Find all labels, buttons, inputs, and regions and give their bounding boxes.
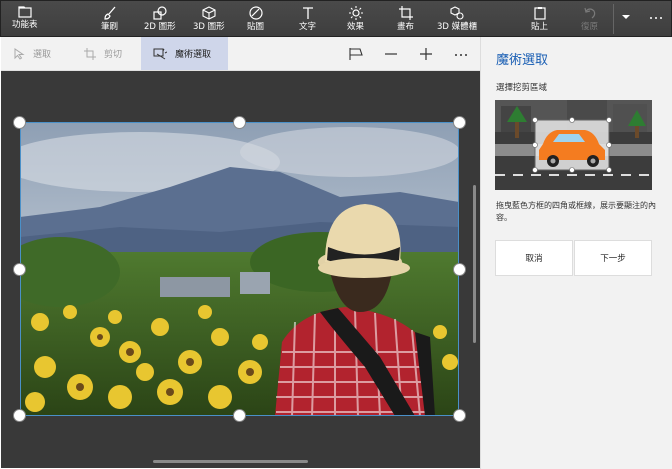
shapes-3d-button[interactable]: 3D 圖形 [193,1,225,37]
zoom-out-button[interactable] [379,37,403,70]
undo-button[interactable]: 復原 [581,1,598,37]
library-3d-label: 3D 媒體櫃 [437,22,478,32]
minus-icon [385,52,397,55]
crop-icon [84,47,96,60]
photo-image [20,122,459,416]
paste-label: 貼上 [531,22,549,32]
select-label: 選取 [33,50,52,60]
effects-label: 效果 [347,22,365,32]
effects-button[interactable]: 效果 [347,1,364,37]
select-button[interactable]: 選取 [14,37,51,70]
shapes-2d-label: 2D 圖形 [144,22,176,32]
more-icon [455,53,467,56]
resize-handle-bottom-left[interactable] [13,409,26,422]
paste-button[interactable]: 貼上 [531,1,548,37]
panel-subtitle: 選擇挖剪區域 [496,83,548,93]
brushes-button[interactable]: 筆刷 [101,1,118,37]
library-3d-icon [450,6,464,20]
undo-icon [583,7,595,19]
brush-icon [103,6,115,20]
cancel-button[interactable]: 取消 [495,240,573,276]
cube-icon [202,6,216,20]
vertical-scrollbar[interactable] [473,185,476,343]
more-icon [650,17,662,19]
shapes-2d-button[interactable]: 2D 圖形 [144,1,176,37]
canvas-icon [398,6,413,20]
stickers-label: 貼圖 [247,22,265,32]
text-button[interactable]: 文字 [299,1,316,37]
zoom-in-button[interactable] [414,37,438,70]
undo-label: 復原 [581,22,599,32]
shapes-3d-label: 3D 圖形 [193,22,225,32]
canvas-area[interactable] [1,71,480,468]
brushes-label: 筆刷 [101,22,119,32]
subbar-more-button[interactable] [449,37,473,70]
folder-icon [18,6,32,18]
more-options-button[interactable] [645,1,667,37]
resize-handle-top[interactable] [233,116,246,129]
panel-description: 拖曳藍色方框的四角或框線，展示要顯注的內容。 [496,201,656,222]
secondary-toolbar: 選取 剪切 魔術選取 [1,37,480,71]
canvas-button[interactable]: 畫布 [397,1,414,37]
flag-button[interactable] [344,37,368,70]
chevron-down-icon [622,15,630,19]
illustration-image [495,100,652,190]
flag-icon [349,47,363,60]
cancel-label: 取消 [525,254,543,264]
resize-handle-bottom[interactable] [233,409,246,422]
sun-icon [348,6,363,20]
plus-icon [420,47,432,60]
panel-title: 魔術選取 [496,53,549,68]
menu-label: 功能表 [12,20,38,30]
magic-select-label: 魔術選取 [175,50,212,60]
text-label: 文字 [299,22,317,32]
sticker-icon [248,6,263,20]
resize-handle-left[interactable] [13,263,26,276]
menu-button[interactable]: 功能表 [12,1,38,37]
library-3d-button[interactable]: 3D 媒體櫃 [437,1,477,37]
next-label: 下一步 [600,254,626,264]
canvas-label: 畫布 [397,22,415,32]
stickers-button[interactable]: 貼圖 [247,1,264,37]
top-toolbar: 功能表 筆刷 2D 圖形 3D 圖形 貼圖 文字 效果 畫布 3D 媒體櫃 貼上… [0,0,672,37]
resize-handle-right[interactable] [453,263,466,276]
resize-handle-bottom-right[interactable] [453,409,466,422]
magic-select-panel: 魔術選取 選擇挖剪區域 拖曳藍色方框的四角或框線，展示要顯注的內容。 取消 下一… [480,37,672,469]
clipboard-icon [533,7,546,20]
magic-select-button[interactable]: 魔術選取 [141,37,229,70]
next-button[interactable]: 下一步 [574,240,652,276]
cursor-icon [14,47,25,60]
toolbar-divider [613,4,614,34]
shapes-2d-icon [153,6,167,20]
resize-handle-top-left[interactable] [13,116,26,129]
crop-button[interactable]: 剪切 [84,37,122,70]
magic-select-icon [153,48,167,59]
horizontal-scrollbar[interactable] [153,460,308,463]
toolbar-dropdown-button[interactable] [618,1,634,37]
text-icon [302,7,313,19]
crop-label: 剪切 [104,50,123,60]
resize-handle-top-right[interactable] [453,116,466,129]
